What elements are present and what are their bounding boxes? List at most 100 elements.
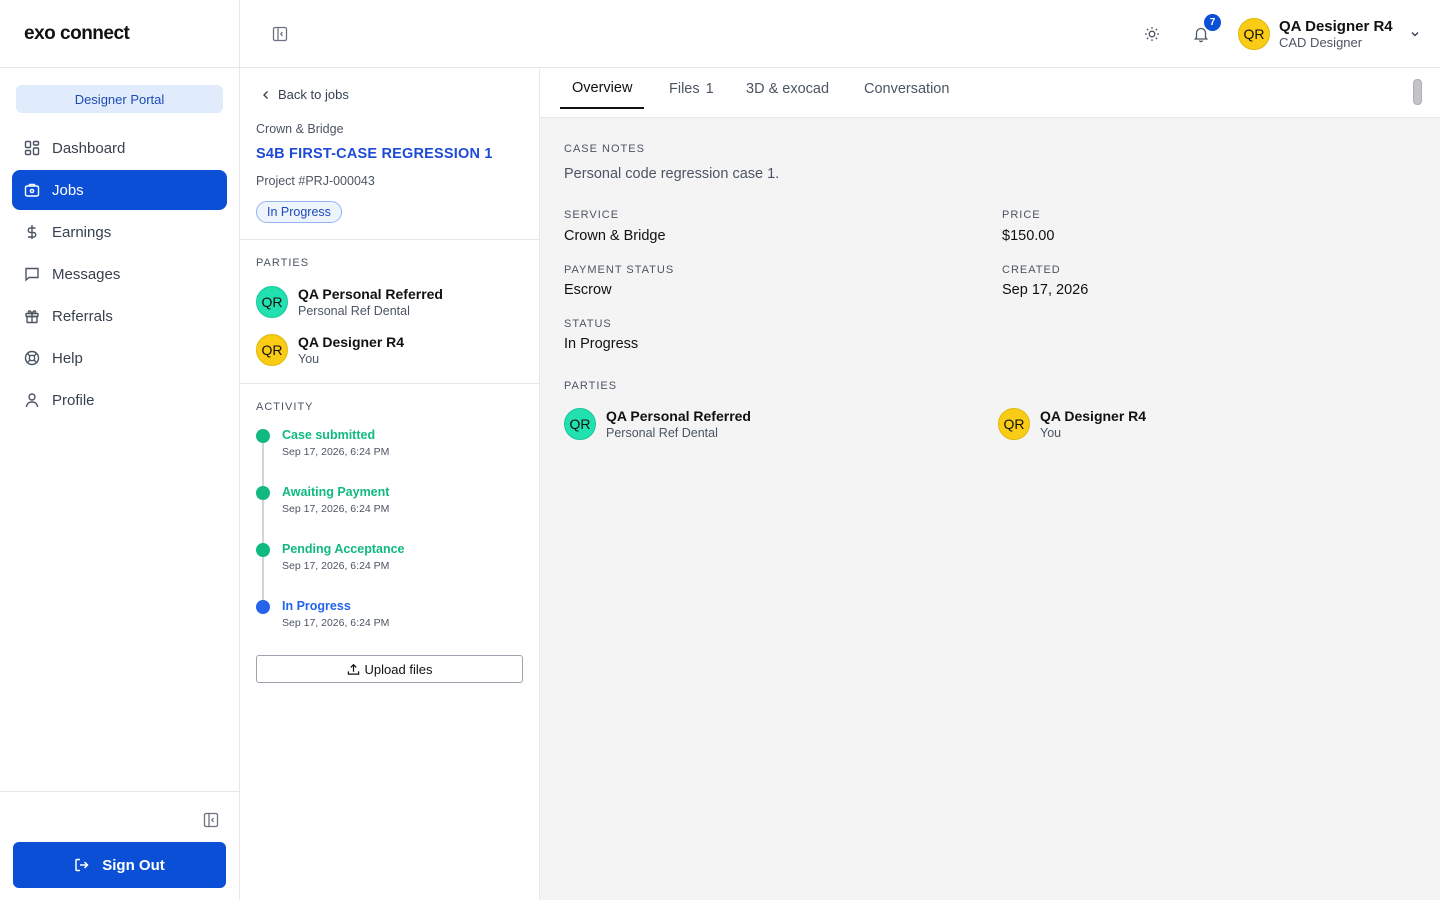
- activity-item: Pending Acceptance Sep 17, 2026, 6:24 PM: [256, 541, 405, 575]
- upload-icon: [347, 663, 359, 675]
- job-summary-panel: Back to jobs Crown & Bridge S4B FIRST-CA…: [240, 69, 540, 900]
- chevron-left-icon: [263, 90, 268, 99]
- created-value: Sep 17, 2026: [1002, 282, 1089, 298]
- user-icon: [25, 393, 39, 408]
- activity-title: In Progress: [282, 599, 351, 613]
- activity-title: Pending Acceptance: [282, 542, 405, 556]
- sidebar-item-label: Help: [52, 349, 83, 367]
- tab-conversation[interactable]: Conversation: [864, 69, 949, 109]
- sign-out-label: Sign Out: [102, 856, 165, 874]
- logout-icon: [75, 858, 89, 872]
- sidebar-item-label: Earnings: [52, 223, 112, 241]
- party-subtitle: You: [298, 352, 320, 366]
- activity-item: In Progress Sep 17, 2026, 6:24 PM: [256, 598, 389, 632]
- sidebar-item-label: Dashboard: [52, 139, 126, 157]
- notification-count-badge: 7: [1204, 14, 1221, 31]
- chevron-down-icon: [1411, 32, 1419, 37]
- activity-title: Awaiting Payment: [282, 485, 390, 499]
- user-avatar: QR: [1238, 18, 1270, 50]
- service-value: Crown & Bridge: [564, 228, 666, 244]
- price-value: $150.00: [1002, 228, 1055, 244]
- app-logo[interactable]: exo connect: [0, 0, 239, 68]
- party-card: QR QA Designer R4 You: [998, 407, 1146, 441]
- tab-overview[interactable]: Overview: [560, 69, 645, 109]
- status-label: STATUS: [564, 318, 612, 330]
- divider: [240, 239, 539, 240]
- portal-badge: Designer Portal: [16, 85, 223, 113]
- parties-label: PARTIES: [564, 380, 618, 392]
- upload-files-button[interactable]: Upload files: [256, 655, 523, 683]
- upload-label: Upload files: [364, 661, 433, 677]
- payment-status-label: PAYMENT STATUS: [564, 264, 675, 276]
- sidebar-item-messages[interactable]: Messages: [12, 254, 227, 294]
- service-label: SERVICE: [564, 209, 620, 221]
- case-notes-text: Personal code regression case 1.: [564, 166, 780, 182]
- party-subtitle: Personal Ref Dental: [606, 426, 718, 440]
- sidebar-item-help[interactable]: Help: [12, 338, 227, 378]
- sidebar-footer: Sign Out: [0, 791, 239, 900]
- sidebar: exo connect Designer Portal Dashboard Jo…: [0, 0, 240, 900]
- sidebar-nav: Dashboard Jobs Earnings Messages Referra…: [12, 128, 227, 422]
- price-label: PRICE: [1002, 209, 1041, 221]
- activity-time: Sep 17, 2026, 6:24 PM: [282, 446, 390, 458]
- activity-item: Awaiting Payment Sep 17, 2026, 6:24 PM: [256, 484, 389, 518]
- theme-toggle-sun-icon[interactable]: [1144, 26, 1160, 42]
- party-name: QA Designer R4: [298, 334, 405, 350]
- tab-3d-exocad[interactable]: 3D & exocad: [746, 69, 829, 109]
- sidebar-item-profile[interactable]: Profile: [12, 380, 227, 420]
- gift-icon: [25, 310, 39, 324]
- activity-time: Sep 17, 2026, 6:24 PM: [282, 617, 390, 629]
- party-item: QR QA Personal Referred Personal Ref Den…: [256, 285, 443, 319]
- sidebar-item-label: Jobs: [52, 181, 84, 199]
- activity-time: Sep 17, 2026, 6:24 PM: [282, 503, 390, 515]
- timeline-line: [262, 436, 264, 607]
- tab-count: 1: [705, 81, 714, 97]
- briefcase-icon: [24, 183, 40, 197]
- tab-label: Overview: [572, 80, 633, 96]
- party-card: QR QA Personal Referred Personal Ref Den…: [564, 407, 751, 441]
- tab-files[interactable]: Files 1: [669, 69, 714, 109]
- sidebar-item-label: Messages: [52, 265, 121, 283]
- activity-dot: [256, 486, 270, 500]
- sidebar-collapse-icon[interactable]: [203, 812, 219, 828]
- lifebuoy-icon: [24, 350, 40, 366]
- back-to-jobs-link[interactable]: Back to jobs: [260, 87, 349, 102]
- activity-dot: [256, 600, 270, 614]
- sidebar-item-earnings[interactable]: Earnings: [12, 212, 227, 252]
- created-label: CREATED: [1002, 264, 1061, 276]
- payment-status-value: Escrow: [564, 282, 612, 298]
- user-name: QA Designer R4: [1279, 17, 1393, 35]
- panel-toggle-icon[interactable]: [272, 26, 288, 42]
- case-notes-label: CASE NOTES: [564, 143, 645, 155]
- party-item: QR QA Designer R4 You: [256, 333, 404, 367]
- activity-item: Case submitted Sep 17, 2026, 6:24 PM: [256, 427, 389, 461]
- sidebar-item-referrals[interactable]: Referrals: [12, 296, 227, 336]
- sidebar-item-dashboard[interactable]: Dashboard: [12, 128, 227, 168]
- scrollbar-thumb[interactable]: [1413, 79, 1422, 105]
- activity-dot: [256, 543, 270, 557]
- party-name: QA Personal Referred: [606, 408, 751, 424]
- divider: [240, 383, 539, 384]
- tab-label: Conversation: [864, 81, 950, 97]
- tab-bar: Overview Files 1 3D & exocad Conversatio…: [540, 69, 1440, 118]
- status-value: In Progress: [564, 336, 639, 352]
- party-avatar: QR: [564, 408, 596, 440]
- back-label: Back to jobs: [278, 87, 349, 102]
- dollar-icon: [27, 225, 37, 239]
- dashboard-icon: [24, 140, 40, 156]
- user-menu[interactable]: QR QA Designer R4 CAD Designer: [1238, 16, 1421, 52]
- party-subtitle: Personal Ref Dental: [298, 304, 410, 318]
- project-number: Project #PRJ-000043: [256, 174, 375, 188]
- sidebar-item-jobs[interactable]: Jobs: [12, 170, 227, 210]
- status-badge: In Progress: [256, 201, 342, 223]
- tab-label: Files: [669, 81, 700, 97]
- job-title: S4B FIRST-CASE REGRESSION 1: [256, 146, 493, 162]
- tab-label: 3D & exocad: [746, 81, 830, 97]
- activity-heading: ACTIVITY: [256, 401, 314, 413]
- party-avatar: QR: [256, 286, 288, 318]
- party-avatar: QR: [998, 408, 1030, 440]
- parties-heading: PARTIES: [256, 257, 310, 269]
- party-name: QA Designer R4: [1040, 408, 1147, 424]
- sign-out-button[interactable]: Sign Out: [13, 842, 226, 888]
- party-subtitle: You: [1040, 426, 1062, 440]
